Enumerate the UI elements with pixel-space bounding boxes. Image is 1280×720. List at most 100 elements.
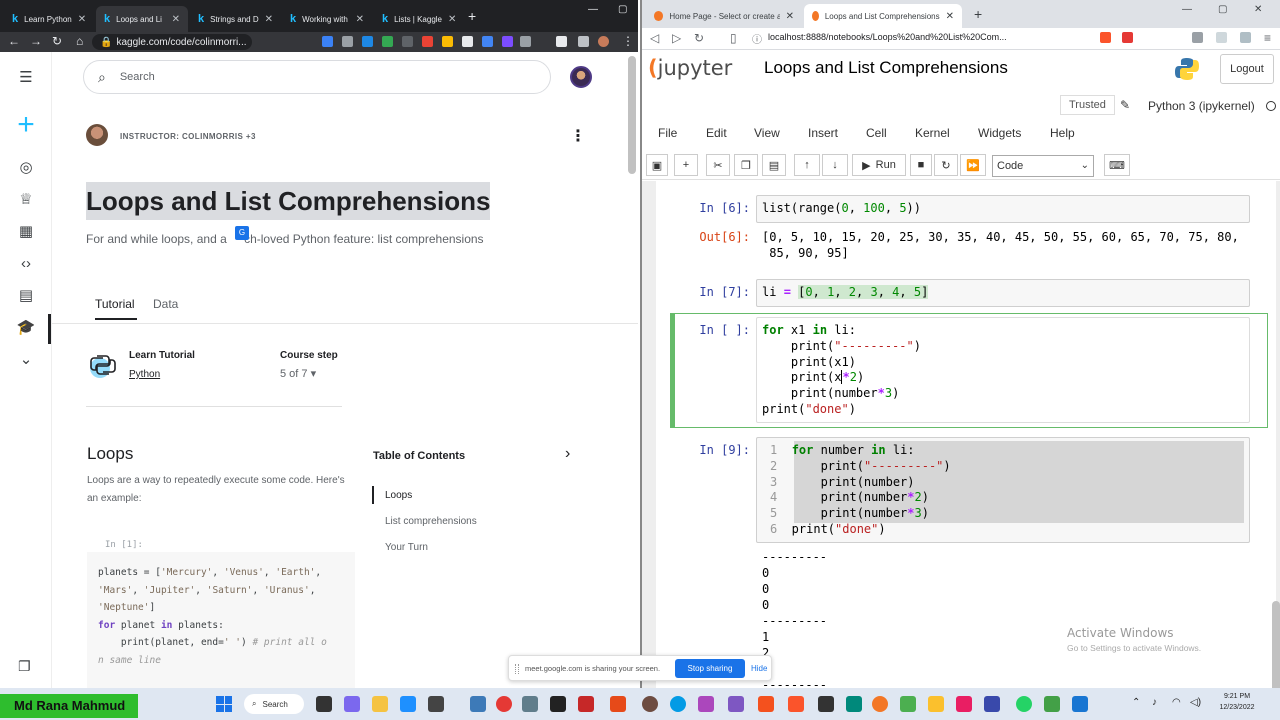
store-icon[interactable] [428,696,444,712]
cell-type-select[interactable]: Code ⌄ [992,155,1094,177]
close-icon[interactable]: ✕ [940,11,954,22]
terminal-icon[interactable] [550,696,566,712]
close-icon[interactable]: ✕ [72,14,86,25]
learn-icon[interactable]: 🎓 [16,318,36,338]
restart-icon[interactable]: ↻ [934,154,958,176]
jupyter-icon[interactable] [872,696,888,712]
back-icon[interactable]: ← [8,34,20,48]
puzzle-icon[interactable] [556,36,567,47]
app-icon[interactable] [818,696,834,712]
logout-button[interactable]: Logout [1220,54,1274,84]
maximize-icon[interactable]: ▢ [618,4,627,15]
extension-icon[interactable] [462,36,473,47]
wifi-icon[interactable]: ◠ [1172,697,1181,708]
copy-icon[interactable]: ❐ [18,658,31,675]
chevron-right-icon[interactable]: › [565,445,570,463]
windows-start-icon[interactable] [216,696,232,712]
tab-learn-python[interactable]: k Learn Python ✕ [4,6,94,32]
cut-icon[interactable]: ✂ [706,154,730,176]
mic-icon[interactable]: ♪ [1152,697,1157,708]
tab-tutorial[interactable]: Tutorial [95,297,135,311]
toc-item-your-turn[interactable]: Your Turn [385,542,428,553]
app-icon[interactable] [610,696,626,712]
stop-sharing-button[interactable]: Stop sharing [675,659,745,678]
close-icon[interactable]: ✕ [259,14,273,25]
hide-button[interactable]: Hide [751,664,767,673]
save-icon[interactable]: ▣ [646,154,668,176]
trophy-icon[interactable]: ♕ [16,190,36,210]
tab-data[interactable]: Data [153,297,178,311]
app-icon[interactable] [846,696,862,712]
whatsapp-icon[interactable] [1016,696,1032,712]
extension-icon[interactable] [362,36,373,47]
app-icon[interactable] [928,696,944,712]
forward-icon[interactable]: ▷ [672,31,681,45]
extension-icon[interactable] [402,36,413,47]
app-icon[interactable] [758,696,774,712]
pencil-icon[interactable]: ✎ [1120,98,1130,112]
menu-insert[interactable]: Insert [808,126,838,140]
app-icon[interactable] [670,696,686,712]
menu-dots-icon[interactable]: ⋮ [622,34,634,48]
app-icon[interactable] [642,696,658,712]
extensions-icon[interactable] [1216,32,1227,43]
tab-strings[interactable]: k Strings and D ✕ [190,6,280,32]
tab-working-with[interactable]: k Working with ✕ [282,6,372,32]
menu-file[interactable]: File [658,126,677,140]
url-field[interactable]: localhost:8888/notebooks/Loops%20and%20L… [768,32,1007,42]
more-options-icon[interactable]: ⋮ [570,126,586,146]
new-tab-icon[interactable]: + [468,8,476,24]
chevron-down-icon[interactable]: ⌄ [16,350,36,370]
bookmark-icon[interactable]: ▯ [730,31,737,45]
url-field[interactable]: 🔒 kaggle.com/code/colinmorri... [92,34,252,50]
avatar[interactable] [570,66,592,88]
teams-icon[interactable] [344,696,360,712]
reload-icon[interactable]: ↻ [52,34,62,48]
visual-studio-icon[interactable] [728,696,744,712]
extension-icon[interactable] [422,36,433,47]
volume-icon[interactable]: ◁) [1190,697,1201,708]
taskbar-search[interactable]: ⌕ Search [244,694,304,714]
move-up-icon[interactable]: ↑ [794,154,820,176]
extension-icon[interactable] [442,36,453,47]
tab-lists[interactable]: k Lists | Kaggle ✕ [374,6,464,32]
vscode-icon[interactable] [1072,696,1088,712]
code-icon[interactable]: ‹› [16,254,36,274]
toc-item-list-comprehensions[interactable]: List comprehensions [385,516,477,527]
course-step-dropdown[interactable]: 5 of 7 ▾ [280,367,316,380]
toc-item-loops[interactable]: Loops [385,490,412,501]
menu-view[interactable]: View [754,126,780,140]
profile-icon[interactable] [598,36,609,47]
maximize-icon[interactable]: ▢ [1218,4,1227,15]
run-button[interactable]: ▶ Run [852,154,906,176]
compass-icon[interactable]: ◎ [16,158,36,178]
hamburger-icon[interactable]: ☰ [16,68,36,88]
extension-icon[interactable] [482,36,493,47]
close-icon[interactable]: ✕ [166,14,180,25]
tab-loops-notebook[interactable]: Loops and List Comprehensions ✕ [804,4,962,28]
extension-icon[interactable] [322,36,333,47]
extension-icon[interactable] [520,36,531,47]
menu-widgets[interactable]: Widgets [978,126,1021,140]
create-plus-icon[interactable]: + [12,110,40,140]
close-window-icon[interactable]: ✕ [1254,4,1262,15]
home-icon[interactable]: ⌂ [76,34,83,48]
chrome-icon[interactable] [496,696,512,712]
menu-kernel[interactable]: Kernel [915,126,950,140]
edge-icon[interactable] [400,696,416,712]
copy-icon[interactable]: ❐ [734,154,758,176]
brave-icon[interactable] [1100,32,1111,43]
notebook-title[interactable]: Loops and List Comprehensions [764,58,1008,78]
close-icon[interactable]: ✕ [442,14,456,25]
app-icon[interactable] [900,696,916,712]
new-tab-icon[interactable]: + [974,6,982,22]
keyboard-icon[interactable]: ⌨ [1104,154,1130,176]
stop-icon[interactable]: ■ [910,154,932,176]
app-icon[interactable] [1044,696,1060,712]
extension-icon[interactable] [382,36,393,47]
profile-icon[interactable] [1240,32,1251,43]
trusted-badge[interactable]: Trusted [1060,95,1115,115]
menu-help[interactable]: Help [1050,126,1075,140]
extension-icon[interactable] [502,36,513,47]
table-icon[interactable]: ▦ [16,222,36,242]
